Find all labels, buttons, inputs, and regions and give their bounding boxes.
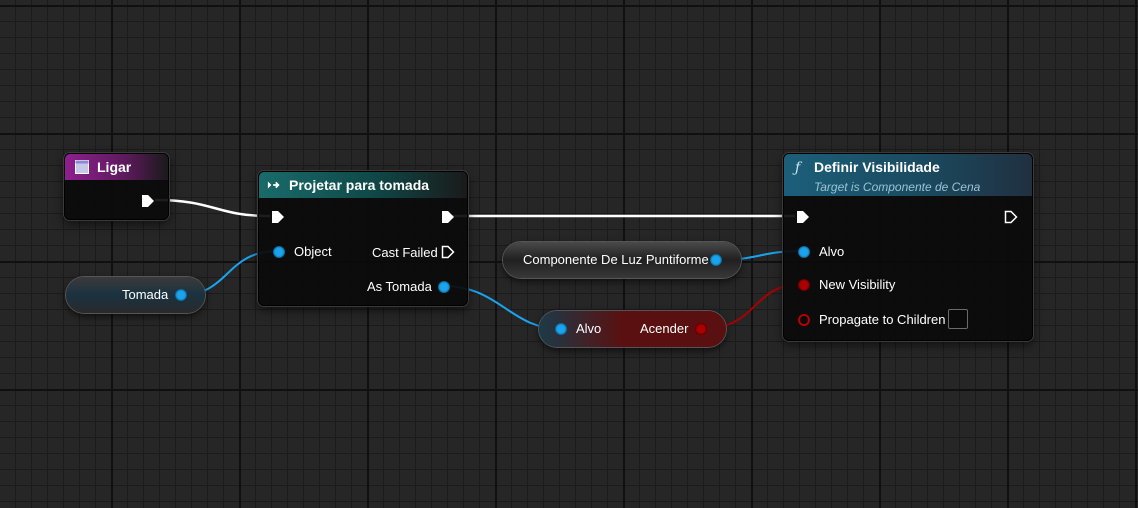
projetar-exec-in-pin[interactable] bbox=[271, 210, 285, 224]
cast-failed-exec-pin[interactable] bbox=[441, 245, 455, 259]
ligar-event-node[interactable]: Ligar bbox=[64, 153, 169, 220]
definir-alvo-pin[interactable] bbox=[798, 246, 810, 258]
projetar-exec-out-pin[interactable] bbox=[441, 210, 455, 224]
projetar-node[interactable]: Projetar para tomada Object Cast Failed … bbox=[258, 171, 468, 306]
ligar-header: Ligar bbox=[65, 154, 168, 180]
cast-failed-label: Cast Failed bbox=[372, 245, 438, 260]
propagate-label: Propagate to Children bbox=[819, 312, 946, 327]
new-visibility-pin[interactable] bbox=[798, 279, 810, 291]
as-tomada-label: As Tomada bbox=[367, 279, 432, 294]
exec-wire-ligar-projetar bbox=[154, 198, 271, 218]
tomada-variable-node[interactable]: Tomada bbox=[66, 277, 205, 313]
componente-label: Componente De Luz Puntiforme bbox=[523, 252, 709, 267]
definir-subtitle: Target is Componente de Cena bbox=[814, 180, 981, 194]
definir-title: Definir Visibilidade bbox=[814, 159, 940, 175]
definir-visibilidade-node[interactable]: ƒ Definir Visibilidade Target is Compone… bbox=[783, 153, 1033, 341]
definir-exec-out-pin[interactable] bbox=[1004, 210, 1018, 224]
tomada-label: Tomada bbox=[122, 287, 169, 302]
acender-alvo-pin[interactable] bbox=[555, 323, 567, 335]
ligar-exec-out-pin[interactable] bbox=[141, 194, 155, 208]
function-icon: ƒ bbox=[795, 160, 801, 176]
propagate-pin[interactable] bbox=[798, 314, 810, 326]
acender-alvo-label: Alvo bbox=[576, 321, 602, 336]
new-visibility-label: New Visibility bbox=[819, 277, 896, 292]
componente-variable-node[interactable]: Componente De Luz Puntiforme bbox=[503, 242, 741, 278]
definir-exec-in-pin[interactable] bbox=[796, 210, 810, 224]
ligar-title: Ligar bbox=[97, 159, 132, 175]
object-label: Object bbox=[294, 244, 332, 259]
definir-alvo-label: Alvo bbox=[819, 244, 845, 259]
tomada-out-pin[interactable] bbox=[175, 289, 187, 301]
acender-getter-node[interactable]: Alvo Acender bbox=[539, 311, 726, 347]
projetar-header: Projetar para tomada bbox=[259, 172, 467, 198]
projetar-title: Projetar para tomada bbox=[289, 177, 430, 193]
componente-out-pin[interactable] bbox=[710, 254, 722, 266]
acender-label: Acender bbox=[640, 321, 689, 336]
event-icon bbox=[75, 160, 89, 174]
object-pin[interactable] bbox=[273, 246, 285, 258]
propagate-checkbox[interactable] bbox=[948, 309, 968, 329]
definir-header: ƒ Definir Visibilidade Target is Compone… bbox=[784, 154, 1032, 196]
acender-out-pin[interactable] bbox=[695, 323, 707, 335]
cast-icon bbox=[267, 181, 280, 189]
as-tomada-pin[interactable] bbox=[438, 281, 450, 293]
